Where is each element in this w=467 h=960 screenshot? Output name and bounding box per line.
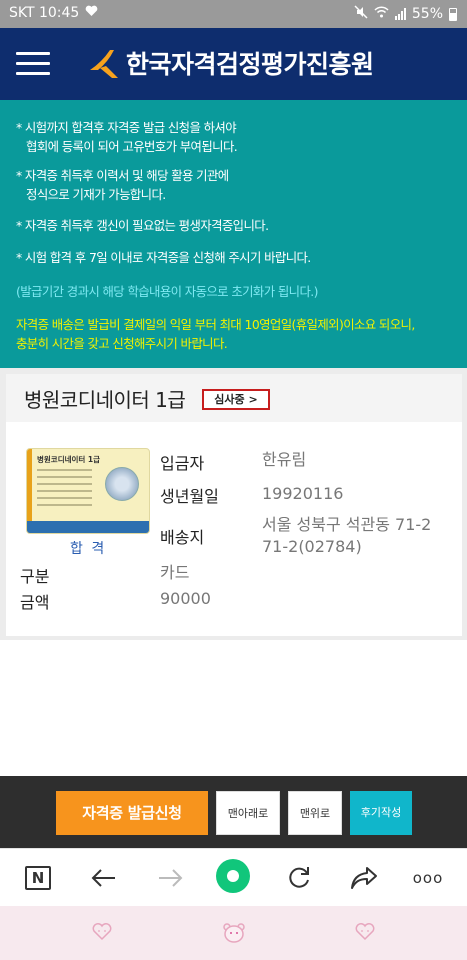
course-title: 병원코디네이터 1급 <box>24 388 186 412</box>
certificate-card: 병원코디네이터 1급 심사중 > 병원코디네이터 1급 합 격 입금자 한유림 … <box>6 374 462 636</box>
scroll-top-button[interactable]: 맨위로 <box>288 791 342 835</box>
certificate-image: 병원코디네이터 1급 <box>26 448 150 534</box>
address-value-line1: 서울 성북구 석관동 71-2 <box>262 515 432 534</box>
heart-icon <box>85 5 98 21</box>
amount-value: 90000 <box>160 589 211 608</box>
back-icon[interactable] <box>89 863 119 893</box>
notice-delivery-note: 자격증 배송은 발급비 결제일의 익일 부터 최대 10영업일(휴일제외)이소요… <box>16 317 415 351</box>
battery-percent: 55% <box>411 6 443 22</box>
home-bear-icon[interactable] <box>222 923 246 943</box>
action-bar: 자격증 발급신청 맨아래로 맨위로 후기작성 <box>0 776 467 848</box>
notice-panel: * 시험까지 합격후 자격증 발급 신청을 하셔야 협회에 등록이 되어 고유번… <box>0 100 467 368</box>
amount-label: 금액 <box>20 593 50 612</box>
site-title: 한국자격검정평가진흥원 <box>126 50 374 79</box>
certificate-card-header: 병원코디네이터 1급 심사중 > <box>6 374 462 422</box>
browser-toolbar: N ooo <box>0 848 467 906</box>
green-dot-icon <box>216 859 250 893</box>
site-logo[interactable]: 한국자격검정평가진흥원 <box>88 45 374 81</box>
notice-line-4: * 시험 합격 후 7일 이내로 자격증을 신청해 주시기 바랍니다. <box>16 250 311 265</box>
carrier-time: SKT 10:45 <box>9 5 80 21</box>
more-label: ooo <box>412 869 444 887</box>
logo-k-icon <box>88 46 124 80</box>
menu-icon[interactable] <box>16 52 50 76</box>
type-label: 구분 <box>20 567 50 586</box>
notice-period-note: (발급기간 경과시 해당 학습내용이 자동으로 초기화가 됩니다.) <box>16 284 318 299</box>
wifi-icon <box>374 6 389 22</box>
scroll-bottom-button[interactable]: 맨아래로 <box>216 791 280 835</box>
birth-value: 19920116 <box>262 484 344 503</box>
more-menu-icon[interactable]: ooo <box>413 863 443 893</box>
naver-home-icon: N <box>25 866 51 890</box>
app-header: 한국자격검정평가진흥원 <box>0 28 467 100</box>
notice-line-2: * 자격증 취득후 이력서 및 해당 활용 기관에 정식으로 기재가 가능합니다… <box>16 168 229 202</box>
mute-icon <box>354 5 368 23</box>
certificate-seal-icon <box>105 467 139 501</box>
apply-certificate-button[interactable]: 자격증 발급신청 <box>56 791 208 835</box>
system-navigation-bar <box>0 906 467 960</box>
share-icon[interactable] <box>349 863 379 893</box>
write-review-button[interactable]: 후기작성 <box>350 791 412 835</box>
back-heart-icon[interactable] <box>355 923 375 943</box>
signal-icon <box>394 8 406 20</box>
battery-icon <box>449 7 457 21</box>
refresh-icon[interactable] <box>284 863 314 893</box>
forward-icon[interactable] <box>155 863 185 893</box>
status-bar: SKT 10:45 55% <box>0 0 467 28</box>
recent-apps-heart-icon[interactable] <box>92 923 112 943</box>
result-label: 합 격 <box>70 541 107 557</box>
status-badge[interactable]: 심사중 > <box>202 389 270 410</box>
address-value-line2: 71-2(02784) <box>262 537 362 556</box>
birth-label: 생년월일 <box>160 487 219 506</box>
payer-value: 한유림 <box>262 450 307 469</box>
certificate-image-title: 병원코디네이터 1급 <box>37 455 101 464</box>
type-value: 카드 <box>160 563 190 582</box>
payer-label: 입금자 <box>160 454 205 473</box>
green-dot-button[interactable] <box>216 859 250 893</box>
address-label: 배송지 <box>160 528 205 547</box>
notice-line-1: * 시험까지 합격후 자격증 발급 신청을 하셔야 협회에 등록이 되어 고유번… <box>16 120 238 154</box>
naver-home-button[interactable]: N <box>23 863 53 893</box>
notice-line-3: * 자격증 취득후 갱신이 필요없는 평생자격증입니다. <box>16 218 269 233</box>
